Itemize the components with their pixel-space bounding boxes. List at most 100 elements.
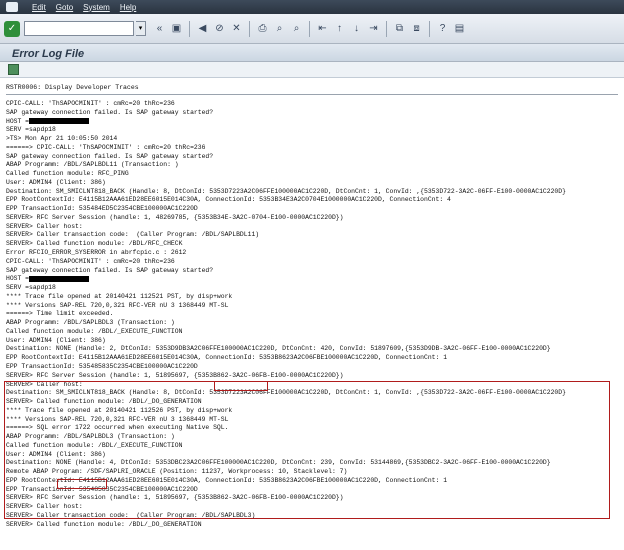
trace-line-text: SERVER> Called function module: /BDL/_DO… — [6, 398, 202, 406]
trace-line: SERVER> Caller host: — [6, 381, 618, 390]
trace-line-text: ======> SQL error 1722 occurred when exe… — [6, 424, 229, 432]
command-field[interactable] — [24, 21, 134, 36]
back-nav-icon[interactable]: « — [152, 21, 167, 36]
trace-line: >TS> Mon Apr 21 10:05:50 2014 — [6, 135, 618, 144]
last-page-icon[interactable]: ⇥ — [366, 21, 381, 36]
trace-line-text: HOST = — [6, 117, 30, 125]
menu-help[interactable]: Help — [120, 3, 136, 12]
toolbar-separator — [386, 20, 387, 37]
trace-line: Remote ABAP Program: /SDF/SAPLRI_ORACLE … — [6, 468, 618, 477]
trace-line-text: Destination: SM_SMICLNT818_BACK (Handle:… — [6, 389, 566, 397]
trace-line: Called function module: /BDL/_EXECUTE_FU… — [6, 328, 618, 337]
new-session-icon[interactable]: ⧉ — [392, 21, 407, 36]
trace-line-text: SERV =sapdp18 — [6, 126, 56, 134]
trace-line-text: Destination: SM_SMICLNT818_BACK (Handle:… — [6, 187, 566, 195]
trace-line: **** Versions SAP-REL 720,0,321 RFC-VER … — [6, 302, 618, 311]
trace-line-text: ABAP Programm: /BDL/SAPLBDL3 (Transactio… — [6, 433, 175, 441]
trace-line: User: ADMIN4 (Client: 386) — [6, 451, 618, 460]
trace-line: SAP gateway connection failed. Is SAP ga… — [6, 267, 618, 276]
trace-line: Called function module: RFC_PING — [6, 170, 618, 179]
customize-icon[interactable]: ▤ — [452, 21, 467, 36]
trace-line-text: SERVER> Caller transaction code: (Caller… — [6, 231, 260, 239]
trace-line: SERVER> Called function module: /BDL/_DO… — [6, 398, 618, 407]
first-page-icon[interactable]: ⇤ — [315, 21, 330, 36]
toolbar-separator — [189, 20, 190, 37]
trace-line: ABAP Programm: /BDL/SAPLBDL11 (Transacti… — [6, 161, 618, 170]
menu-bar: Edit Goto System Help — [0, 0, 624, 14]
trace-line-text: CPIC-CALL: 'ThSAPOCMINIT' : cmRc=20 thRc… — [6, 257, 175, 265]
trace-line: EPP TransactionId: 535485835C2354CBE1000… — [6, 486, 618, 495]
find-icon[interactable]: ⌕ — [272, 21, 287, 36]
trace-line: ABAP Programm: /BDL/SAPLBDL3 (Transactio… — [6, 433, 618, 442]
trace-line-text: User: ADMIN4 (Client: 386) — [6, 336, 106, 344]
trace-line: Destination: SM_SMICLNT818_BACK (Handle:… — [6, 389, 618, 398]
trace-line: SAP gateway connection failed. Is SAP ga… — [6, 153, 618, 162]
toolbar-separator — [309, 20, 310, 37]
trace-line: EPP RootContextId: E4115B12AAA61ED28EE60… — [6, 477, 618, 486]
trace-line: SERVER> Caller transaction code: (Caller… — [6, 512, 618, 521]
trace-line-text: User: ADMIN4 (Client: 386) — [6, 178, 106, 186]
trace-line-text: SAP gateway connection failed. Is SAP ga… — [6, 152, 214, 160]
redacted-host — [29, 275, 90, 282]
trace-line-text: Error RFCIO_ERROR_SYSERROR in abrfcpic.c… — [6, 249, 187, 257]
trace-line-text: SERVER> Caller transaction code: (Caller… — [6, 511, 256, 519]
trace-line-text: SERVER> RFC Server Session (handle: 1, 5… — [6, 494, 344, 502]
page-title: Error Log File — [12, 48, 85, 60]
trace-line: User: ADMIN4 (Client: 386) — [6, 179, 618, 188]
menu-edit[interactable]: Edit — [32, 3, 46, 12]
toolbar-separator — [249, 20, 250, 37]
trace-line-text: ======> CPIC-CALL: 'ThSAPOCMINIT' : cmRc… — [6, 143, 206, 151]
help-icon[interactable]: ? — [435, 21, 450, 36]
trace-line: Destination: SM_SMICLNT818_BACK (Handle:… — [6, 188, 618, 197]
trace-line-text: **** Versions SAP-REL 720,0,321 RFC-VER … — [6, 301, 229, 309]
trace-line-text: User: ADMIN4 (Client: 386) — [6, 450, 106, 458]
trace-line: CPIC-CALL: 'ThSAPOCMINIT' : cmRc=20 thRc… — [6, 258, 618, 267]
print-icon[interactable]: ⎙ — [255, 21, 270, 36]
trace-line-text: CPIC-CALL: 'ThSAPOCMINIT' : cmRc=20 thRc… — [6, 100, 175, 107]
trace-line-text: SERVER> Caller host: — [6, 503, 83, 511]
trace-line-text: Destination: NONE (Handle: 2, DtConId: 5… — [6, 345, 551, 353]
standard-toolbar: ✓ ▾ « ▣ ◀ ⊘ ✕ ⎙ ⌕ ⌕ ⇤ ↑ ↓ ⇥ ⧉ ⧈ ? ▤ — [0, 14, 624, 44]
trace-line: EPP RootContextId: E4115B12AAA61ED28EE60… — [6, 196, 618, 205]
sap-logo-icon — [6, 2, 18, 12]
trace-line: EPP TransactionId: 535485835C2354CBE1000… — [6, 363, 618, 372]
trace-line: ======> CPIC-CALL: 'ThSAPOCMINIT' : cmRc… — [6, 144, 618, 153]
next-page-icon[interactable]: ↓ — [349, 21, 364, 36]
trace-heading: RSTR0006: Display Developer Traces — [6, 84, 139, 91]
trace-line: SERVER> Caller transaction code: (Caller… — [6, 231, 618, 240]
trace-line: CPIC-CALL: 'ThSAPOCMINIT' : cmRc=20 thRc… — [6, 100, 618, 109]
exit-icon[interactable]: ⊘ — [212, 21, 227, 36]
trace-line: EPP RootContextId: E4115B12AAA61ED28EE60… — [6, 354, 618, 363]
back-icon[interactable]: ◀ — [195, 21, 210, 36]
trace-line-text: SERVER> RFC Server Session (handle: 1, 4… — [6, 213, 344, 221]
trace-line-text: EPP RootContextId: E4115B12AAA61ED28EE60… — [6, 196, 451, 204]
trace-line: ABAP Programm: /BDL/SAPLBDL3 (Transactio… — [6, 319, 618, 328]
save-icon[interactable]: ▣ — [169, 21, 184, 36]
trace-line: SERVER> Called function module: /BDL/_DO… — [6, 521, 618, 530]
menu-system[interactable]: System — [83, 3, 110, 12]
trace-line: ======> SQL error 1722 occurred when exe… — [6, 424, 618, 433]
menu-goto[interactable]: Goto — [56, 3, 73, 12]
trace-line: SERVER> Caller host: — [6, 223, 618, 232]
prev-page-icon[interactable]: ↑ — [332, 21, 347, 36]
command-history-dropdown[interactable]: ▾ — [136, 21, 146, 36]
trace-line: **** Versions SAP-REL 720,0,321 RFC-VER … — [6, 416, 618, 425]
find-next-icon[interactable]: ⌕ — [289, 21, 304, 36]
document-icon[interactable] — [8, 64, 19, 75]
trace-line: HOST = — [6, 275, 618, 284]
trace-content: RSTR0006: Display Developer Traces CPIC-… — [0, 78, 624, 550]
cancel-icon[interactable]: ✕ — [229, 21, 244, 36]
trace-line-text: Called function module: RFC_PING — [6, 170, 129, 178]
trace-line-text: Called function module: /BDL/_EXECUTE_FU… — [6, 327, 183, 335]
trace-line: SERVER> RFC Server Session (handle: 1, 4… — [6, 214, 618, 223]
trace-line-text: EPP TransactionId: 535485835C2354CBE1000… — [6, 485, 198, 493]
trace-line-text: EPP TransactionId: 535484ED5C2354CBE1000… — [6, 205, 198, 213]
divider — [6, 94, 618, 95]
trace-line-text: SERVER> Caller host: — [6, 380, 83, 388]
trace-line-text: SERV =sapdp18 — [6, 284, 56, 292]
shortcut-icon[interactable]: ⧈ — [409, 21, 424, 36]
trace-log: CPIC-CALL: 'ThSAPOCMINIT' : cmRc=20 thRc… — [6, 100, 618, 530]
trace-line-text: **** Trace file opened at 20140421 11252… — [6, 406, 233, 414]
check-icon[interactable]: ✓ — [4, 20, 20, 37]
trace-line: ======> Time limit exceeded. — [6, 310, 618, 319]
